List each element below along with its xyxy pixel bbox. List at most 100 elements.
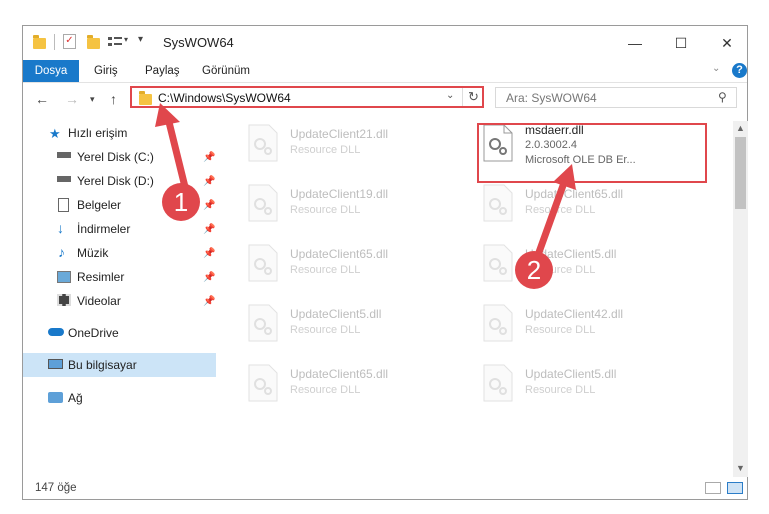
sidebar-item-label: Belgeler — [77, 198, 122, 212]
tab-view[interactable]: Görünüm — [202, 60, 250, 82]
tab-file[interactable]: Dosya — [23, 60, 79, 82]
file-item[interactable]: UpdateClient42.dll Resource DLL — [463, 301, 683, 353]
sidebar-item-pictures[interactable]: Resimler 📌 — [23, 265, 216, 289]
file-name: UpdateClient5.dll — [290, 307, 382, 321]
search-placeholder[interactable]: Ara: SysWOW64 — [506, 91, 597, 105]
pin-icon[interactable]: 📌 — [203, 176, 215, 187]
ribbon: Dosya Giriş Paylaş Görünüm ⌄ ? — [23, 60, 747, 83]
file-item[interactable]: UpdateClient19.dll Resource DLL — [228, 181, 448, 233]
sidebar-item-label: OneDrive — [68, 326, 119, 340]
dll-file-icon — [483, 184, 513, 222]
pin-icon[interactable]: 📌 — [203, 272, 215, 283]
tab-home[interactable]: Giriş — [94, 60, 118, 82]
sidebar-item-this-pc[interactable]: Bu bilgisayar — [23, 353, 216, 377]
sidebar-item-label: Videolar — [77, 294, 121, 308]
chevron-down-icon[interactable]: ▾ — [124, 35, 128, 44]
new-folder-icon[interactable] — [87, 35, 100, 49]
pin-icon[interactable]: 📌 — [203, 296, 215, 307]
vertical-scrollbar[interactable]: ▲ ▼ — [733, 121, 748, 477]
sidebar-item-label: Bu bilgisayar — [68, 358, 137, 372]
address-bar[interactable]: C:\Windows\SysWOW64 ⌄ ↻ — [130, 86, 484, 108]
sidebar-item-network[interactable]: Ağ — [23, 386, 216, 410]
file-item[interactable]: UpdateClient65.dll Resource DLL — [463, 181, 683, 233]
cloud-icon — [48, 328, 64, 336]
pictures-icon — [57, 271, 71, 283]
dll-file-icon — [483, 304, 513, 342]
minimize-button[interactable]: — — [612, 26, 658, 60]
file-item[interactable]: UpdateClient5.dll Resource DLL — [228, 301, 448, 353]
up-arrow-icon[interactable]: ↑ — [110, 91, 117, 107]
file-name: UpdateClient19.dll — [290, 187, 389, 201]
sidebar-item-music[interactable]: ♪ Müzik 📌 — [23, 241, 216, 265]
search-box[interactable]: Ara: SysWOW64 ⚲ — [495, 87, 737, 108]
file-type: Resource DLL — [290, 144, 361, 156]
sidebar-item-label: Yerel Disk (C:) — [77, 150, 154, 164]
pin-icon[interactable]: 📌 — [203, 152, 215, 163]
properties-icon[interactable]: ✓ — [63, 34, 76, 49]
forward-arrow-icon[interactable]: → — [65, 91, 79, 107]
address-path[interactable]: C:\Windows\SysWOW64 — [158, 91, 291, 105]
scroll-up-icon[interactable]: ▲ — [736, 123, 745, 133]
close-button[interactable]: ✕ — [704, 26, 750, 60]
highlight-box — [477, 123, 707, 183]
folder-icon — [33, 35, 46, 49]
file-item[interactable]: UpdateClient21.dll Resource DLL — [228, 121, 448, 173]
window-title: SysWOW64 — [163, 35, 234, 50]
dll-file-icon — [248, 364, 278, 402]
file-name: UpdateClient65.dll — [525, 187, 624, 201]
drive-icon — [57, 176, 71, 182]
sidebar-item-videos[interactable]: Videolar 📌 — [23, 289, 216, 313]
sidebar-item-onedrive[interactable]: OneDrive — [23, 321, 216, 345]
videos-icon — [57, 294, 71, 306]
file-item[interactable]: UpdateClient65.dll Resource DLL — [228, 241, 448, 293]
scrollbar-thumb[interactable] — [735, 137, 746, 209]
title-bar: ✓ ▾ ▾ SysWOW64 — ☐ ✕ — [23, 26, 747, 60]
details-view-icon[interactable] — [705, 482, 721, 494]
file-name: UpdateClient5.dll — [525, 367, 617, 381]
file-item[interactable]: UpdateClient5.dll Resource DLL — [463, 361, 683, 413]
sidebar-item-local-disk-c[interactable]: Yerel Disk (C:) 📌 — [23, 145, 216, 169]
step-badge-2: 2 — [515, 251, 553, 289]
back-arrow-icon[interactable]: ← — [35, 91, 49, 107]
pin-icon[interactable]: 📌 — [203, 224, 215, 235]
pin-icon[interactable]: 📌 — [203, 248, 215, 259]
pin-icon[interactable]: 📌 — [203, 200, 215, 211]
address-dropdown-icon[interactable]: ⌄ — [446, 90, 454, 101]
file-type: Resource DLL — [290, 264, 361, 276]
file-type: Resource DLL — [525, 204, 596, 216]
file-item[interactable]: UpdateClient5.dll Resource DLL — [463, 241, 683, 293]
view-options-icon[interactable] — [108, 36, 122, 48]
customize-toolbar-icon[interactable]: ▾ — [138, 34, 143, 45]
search-icon[interactable]: ⚲ — [718, 90, 727, 104]
help-icon[interactable]: ? — [732, 63, 747, 78]
tab-share[interactable]: Paylaş — [145, 60, 180, 82]
divider — [54, 34, 55, 50]
refresh-icon[interactable]: ↻ — [468, 89, 479, 105]
file-name: UpdateClient42.dll — [525, 307, 624, 321]
large-icons-view-icon[interactable] — [727, 482, 743, 494]
maximize-button[interactable]: ☐ — [658, 26, 704, 60]
file-type: Resource DLL — [525, 384, 596, 396]
sidebar-item-downloads[interactable]: ↓ İndirmeler 📌 — [23, 217, 216, 241]
sidebar-item-label: İndirmeler — [77, 222, 131, 236]
dll-file-icon — [248, 124, 278, 162]
file-type: Resource DLL — [525, 324, 596, 336]
documents-icon — [58, 198, 69, 212]
dll-file-icon — [483, 364, 513, 402]
dll-file-icon — [248, 184, 278, 222]
file-name: UpdateClient21.dll — [290, 127, 389, 141]
sidebar-item-label: Resimler — [77, 270, 125, 284]
recent-locations-icon[interactable]: ▾ — [90, 94, 95, 105]
step-badge-1: 1 — [162, 183, 200, 221]
explorer-window: ✓ ▾ ▾ SysWOW64 — ☐ ✕ Dosya Giriş Paylaş … — [22, 25, 748, 500]
computer-icon — [48, 359, 63, 369]
file-item[interactable]: UpdateClient65.dll Resource DLL — [228, 361, 448, 413]
sidebar-item-label: Hızlı erişim — [68, 126, 128, 140]
file-type: Resource DLL — [290, 384, 361, 396]
sidebar-item-quick-access[interactable]: ★ Hızlı erişim — [23, 121, 216, 145]
expand-ribbon-icon[interactable]: ⌄ — [712, 63, 720, 74]
scroll-down-icon[interactable]: ▼ — [736, 463, 745, 473]
file-name: UpdateClient65.dll — [290, 367, 389, 381]
file-type: Resource DLL — [290, 324, 361, 336]
sidebar-item-label: Müzik — [77, 246, 109, 260]
